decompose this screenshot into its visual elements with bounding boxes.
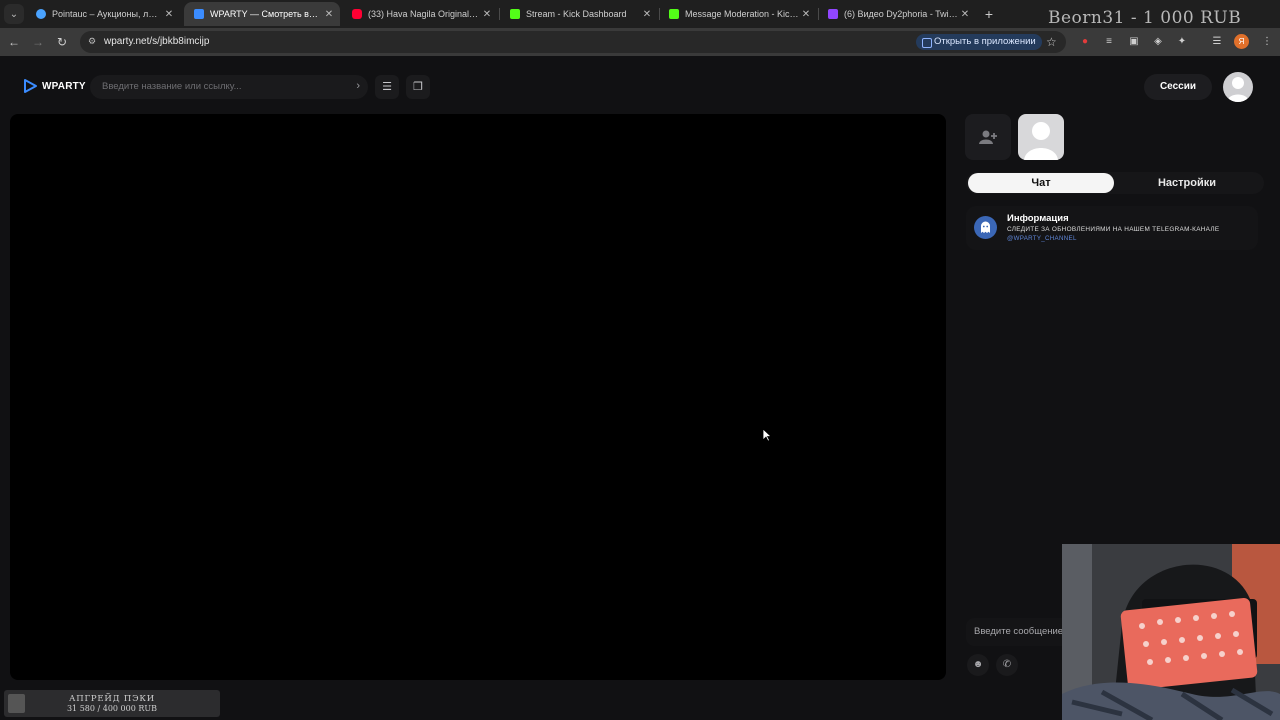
info-message: Информация СЛЕДИТЕ ЗА ОБНОВЛЕНИЯМИ НА НА… [966,206,1258,250]
list-icon: ☰ [382,81,392,93]
browser-tab-youtube[interactable]: (33) Hava Nagila Original - You ✕ [342,2,498,26]
add-user-button[interactable] [965,114,1011,160]
emoji-button[interactable]: ☻ [967,654,989,676]
webcam-image [1062,544,1280,720]
back-arrow-icon[interactable]: ← [6,34,22,50]
info-text: СЛЕДИТЕ ЗА ОБНОВЛЕНИЯМИ НА НАШЕМ TELEGRA… [1007,226,1220,233]
forward-arrow-icon[interactable]: → [30,34,46,50]
user-silhouette-icon [1227,77,1249,102]
browser-tab-strip: ⌄ Pointauc – Аукционы, лотереи ✕ WPARTY … [0,0,1280,28]
new-tab-button[interactable]: + [980,5,998,23]
extension-shield-icon[interactable]: ◈ [1151,35,1165,49]
browser-menu-icon[interactable]: ⋮ [1260,35,1274,49]
extensions-puzzle-icon[interactable]: ✦ [1175,35,1189,49]
open-in-app-button[interactable]: Открыть в приложении [916,34,1042,50]
site-info-icon[interactable]: ⚙ [88,36,100,48]
reload-icon[interactable]: ↻ [54,34,70,50]
wparty-favicon-icon [194,9,204,19]
extension-red-icon[interactable]: ● [1078,35,1092,49]
telegram-channel-link[interactable]: @WPARTY_CHANNEL [1007,235,1077,242]
call-button[interactable]: ✆ [996,654,1018,676]
sessions-button[interactable]: Сессии [1144,74,1212,100]
sidebar-tabs: Чат Настройки [966,172,1264,194]
extension-window-icon[interactable]: ▣ [1127,35,1141,49]
bookmark-star-icon[interactable]: ☆ [1046,35,1057,49]
browser-tab-twitch[interactable]: (6) Видео Dy2phoria - Twitch ✕ [818,2,976,26]
browser-tab-pointauc[interactable]: Pointauc – Аукционы, лотереи ✕ [26,2,180,26]
playlist-button[interactable]: ☰ [375,75,399,99]
windows-icon: ❐ [413,81,423,93]
window-button[interactable]: ❐ [406,75,430,99]
youtube-favicon-icon [352,9,362,19]
close-tab-icon[interactable]: ✕ [162,9,176,20]
logo-text: WPARTY [42,80,86,92]
address-bar[interactable]: ⚙ wparty.net/s/jbkb8imcijp Открыть в при… [80,31,1066,53]
browser-tab-kick-moderation[interactable]: Message Moderation - Kick Da ✕ [659,2,817,26]
emoji-icon: ☻ [972,659,984,670]
info-title: Информация [1007,213,1069,224]
avatar[interactable] [1223,72,1253,102]
tab-title: (6) Видео Dy2phoria - Twitch [844,9,958,19]
add-user-icon [979,130,997,144]
close-tab-icon[interactable]: ✕ [480,9,494,20]
wparty-logo[interactable]: WPARTY [22,78,86,94]
kick-favicon-icon [669,9,679,19]
video-player[interactable] [10,114,946,680]
goal-title: АПГРЕЙД ПЭКИ [69,694,155,704]
browser-tab-kick-dashboard[interactable]: Stream - Kick Dashboard ✕ [500,2,658,26]
message-placeholder: Введите сообщение... [974,626,1071,637]
ghost-icon [974,216,997,239]
tab-title: WPARTY — Смотреть вместе [210,9,322,19]
member-avatar[interactable] [1018,114,1064,160]
play-logo-icon [24,79,37,93]
chevron-right-icon[interactable]: › [356,80,360,92]
tab-search-button[interactable]: ⌄ [4,4,24,24]
kick-favicon-icon [510,9,520,19]
browser-tab-wparty[interactable]: WPARTY — Смотреть вместе ✕ [184,2,340,26]
tab-title: Stream - Kick Dashboard [526,9,627,19]
tab-settings[interactable]: Настройки [1114,173,1260,193]
tab-chat[interactable]: Чат [968,173,1114,193]
tab-title: Message Moderation - Kick Da [685,9,799,19]
reading-list-icon[interactable]: ☰ [1210,35,1224,49]
donation-alert-text: Beorn31 - 1 000 RUB [1048,8,1242,28]
tab-title: (33) Hava Nagila Original - You [368,9,480,19]
user-silhouette-icon [1024,122,1058,160]
url-text[interactable]: wparty.net/s/jbkb8imcijp [104,36,209,47]
browser-toolbar: ← → ↻ ⚙ wparty.net/s/jbkb8imcijp Открыть… [0,28,1280,56]
browser-profile-avatar[interactable]: Я [1234,34,1249,49]
mouse-cursor-icon [762,428,772,442]
twitch-favicon-icon [828,9,838,19]
close-tab-icon[interactable]: ✕ [799,9,813,20]
webcam-overlay [1062,544,1280,720]
tab-title: Pointauc – Аукционы, лотереи [52,9,162,19]
pointauc-favicon-icon [36,9,46,19]
close-tab-icon[interactable]: ✕ [958,9,972,20]
search-input[interactable]: Введите название или ссылку... › [90,75,368,99]
close-tab-icon[interactable]: ✕ [640,9,654,20]
goal-amount: 31 580 / 400 000 RUB [66,704,158,713]
extension-stack-icon[interactable]: ≡ [1102,35,1116,49]
donation-goal-widget: АПГРЕЙД ПЭКИ 31 580 / 400 000 RUB [4,690,220,717]
close-tab-icon[interactable]: ✕ [322,9,336,20]
phone-icon: ✆ [1002,659,1012,670]
search-placeholder: Введите название или ссылку... [102,81,242,92]
